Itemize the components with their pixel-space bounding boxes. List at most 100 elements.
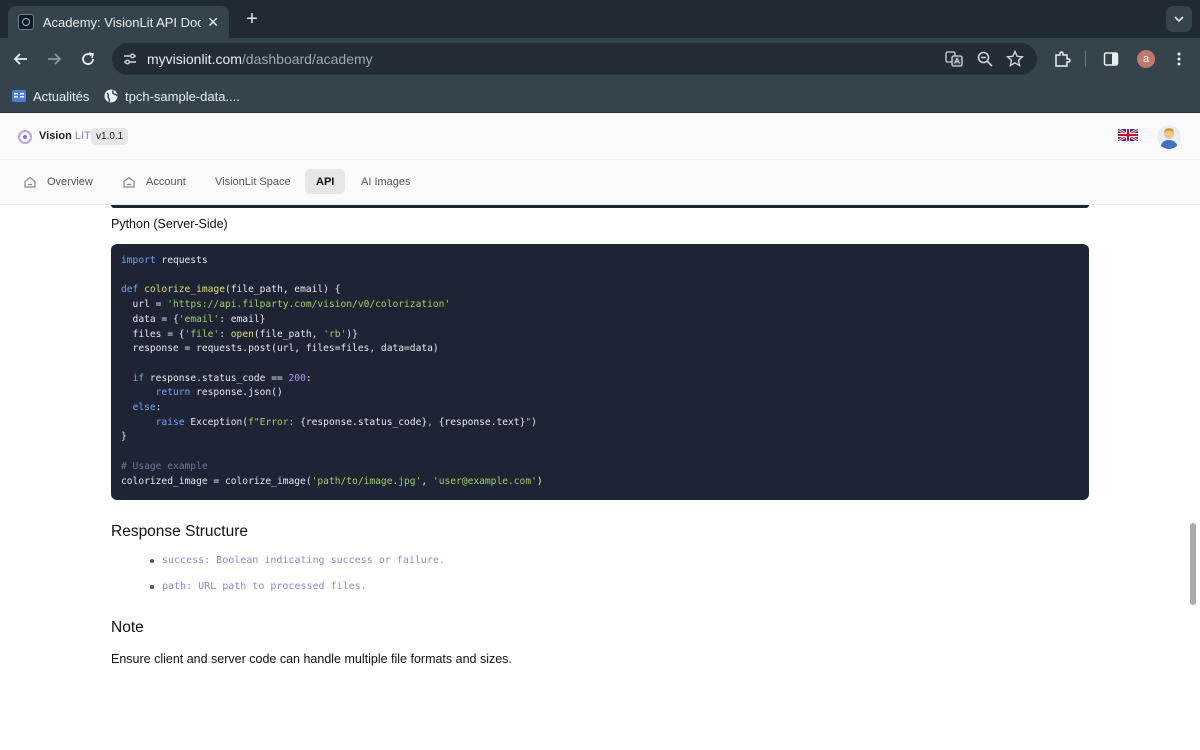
code-line: data = {'email': email} — [121, 313, 266, 325]
tab-label: API — [316, 175, 335, 188]
list-item: path: URL path to processed files. — [150, 581, 445, 607]
code-token: else — [132, 402, 156, 414]
site-info-icon[interactable] — [122, 51, 138, 67]
arrow-right-icon — [48, 53, 62, 65]
code-line: else: — [121, 402, 162, 414]
home-icon — [123, 176, 135, 188]
forward-button[interactable] — [41, 46, 67, 72]
app-header: Vision LIT v1.0.1 — [0, 113, 1200, 160]
side-panel-button[interactable] — [1098, 46, 1124, 72]
code-token: : — [219, 328, 231, 340]
home-icon — [24, 176, 36, 188]
extensions-button[interactable] — [1049, 46, 1075, 72]
code-line: return response.json() — [121, 387, 283, 398]
code-token: response = requests.post(url, files=file… — [121, 343, 439, 355]
code-line: # Usage example — [121, 461, 208, 472]
code-token: ) — [536, 475, 543, 487]
translate-icon[interactable] — [945, 50, 963, 68]
code-token: Exception( — [184, 416, 249, 428]
brand-name[interactable]: Vision LIT — [39, 130, 91, 142]
code-token: 'file' — [184, 328, 220, 340]
code-token: response.json() — [190, 387, 283, 399]
code-line: def colorize_image(file_path, email) { — [121, 284, 341, 295]
code-token: colorize_image — [144, 284, 225, 296]
zoom-icon[interactable] — [976, 50, 994, 68]
main-nav: Overview Account VisionLit Space API AI … — [0, 160, 1200, 205]
code-token: files = { — [121, 328, 185, 340]
code-token: 'email' — [178, 313, 220, 325]
visionlit-logo-icon[interactable] — [18, 130, 32, 144]
code-token: : email} — [219, 313, 266, 325]
code-token: if — [132, 372, 145, 384]
code-line: response = requests.post(url, files=file… — [121, 343, 439, 354]
page-scrollbar[interactable] — [1190, 523, 1196, 605]
bookmark-star-icon[interactable] — [1006, 50, 1024, 68]
brand-name-main: Vision — [39, 130, 72, 142]
browser-tab[interactable]: Academy: VisionLit API Docum ✕ — [8, 6, 229, 38]
bookmark-label: tpch-sample-data.... — [125, 88, 240, 104]
list-item: success: Boolean indicating success or f… — [150, 555, 445, 581]
code-token: )} — [346, 328, 358, 340]
browser-menu-button[interactable] — [1166, 46, 1192, 72]
code-token: , — [421, 475, 433, 487]
code-token: requests — [155, 255, 208, 266]
response-structure-heading: Response Structure — [111, 523, 248, 540]
code-token: import — [121, 255, 156, 266]
response-structure-list: success: Boolean indicating success or f… — [150, 555, 445, 607]
url-text[interactable]: myvisionlit.com/dashboard/academy — [147, 51, 373, 67]
bookmark-actualites[interactable]: Actualités — [11, 88, 89, 104]
code-line: if response.status_code == 200: — [121, 373, 312, 384]
code-token: 'rb' — [323, 328, 347, 340]
tab-search-button[interactable] — [1166, 6, 1192, 32]
tab-api[interactable]: API — [305, 169, 346, 194]
code-token: data = { — [121, 313, 179, 325]
profile-avatar[interactable]: a — [1137, 50, 1155, 68]
close-tab-icon[interactable]: ✕ — [207, 14, 219, 31]
tab-label: VisionLit Space — [215, 175, 291, 188]
code-token: (file_path, email) { — [224, 284, 341, 296]
new-tab-button[interactable]: + — [240, 8, 264, 31]
tab-account[interactable]: Account — [111, 169, 197, 194]
previous-code-block — [111, 205, 1089, 208]
globe-icon — [104, 89, 118, 103]
more-vertical-icon — [1177, 52, 1181, 66]
code-token: response.status_code == — [144, 372, 289, 384]
note-text: Ensure client and server code can handle… — [111, 652, 512, 666]
tab-ai-images[interactable]: AI Images — [350, 169, 422, 194]
bookmark-tpch[interactable]: tpch-sample-data.... — [103, 88, 240, 104]
toolbar-divider — [1085, 51, 1086, 67]
version-badge: v1.0.1 — [91, 128, 129, 145]
code-token: } — [121, 431, 127, 443]
code-token: def — [121, 284, 139, 296]
code-token: 'user@example.com' — [432, 475, 537, 487]
code-block[interactable]: import requests def colorize_image(file_… — [111, 244, 1089, 500]
code-token: f"Error: — [248, 416, 301, 428]
reload-button[interactable] — [75, 46, 101, 72]
uk-flag-icon[interactable] — [1118, 129, 1138, 141]
user-avatar-icon[interactable] — [1157, 125, 1181, 149]
tab-label: Overview — [47, 175, 93, 188]
code-token: ) — [531, 416, 537, 428]
code-token: colorized_image = colorize_image( — [121, 475, 312, 487]
code-line: raise Exception(f"Error: {response.statu… — [121, 417, 537, 428]
url-path: /dashboard/academy — [241, 51, 373, 67]
code-line: files = {'file': open(file_path, 'rb')} — [121, 329, 358, 340]
tab-label: Account — [146, 175, 186, 188]
side-panel-icon — [1103, 52, 1119, 66]
puzzle-icon — [1055, 51, 1071, 67]
tab-overview[interactable]: Overview — [12, 169, 104, 194]
code-line: import requests — [121, 255, 208, 266]
address-bar[interactable]: myvisionlit.com/dashboard/academy — [112, 43, 1037, 75]
code-token: : — [155, 402, 162, 414]
tab-visionlit-space[interactable]: VisionLit Space — [204, 169, 302, 194]
code-token: 'path/to/image.jpg' — [311, 475, 422, 487]
back-button[interactable] — [8, 46, 34, 72]
reload-icon — [82, 52, 94, 65]
tab-title: Academy: VisionLit API Docum — [42, 14, 202, 30]
